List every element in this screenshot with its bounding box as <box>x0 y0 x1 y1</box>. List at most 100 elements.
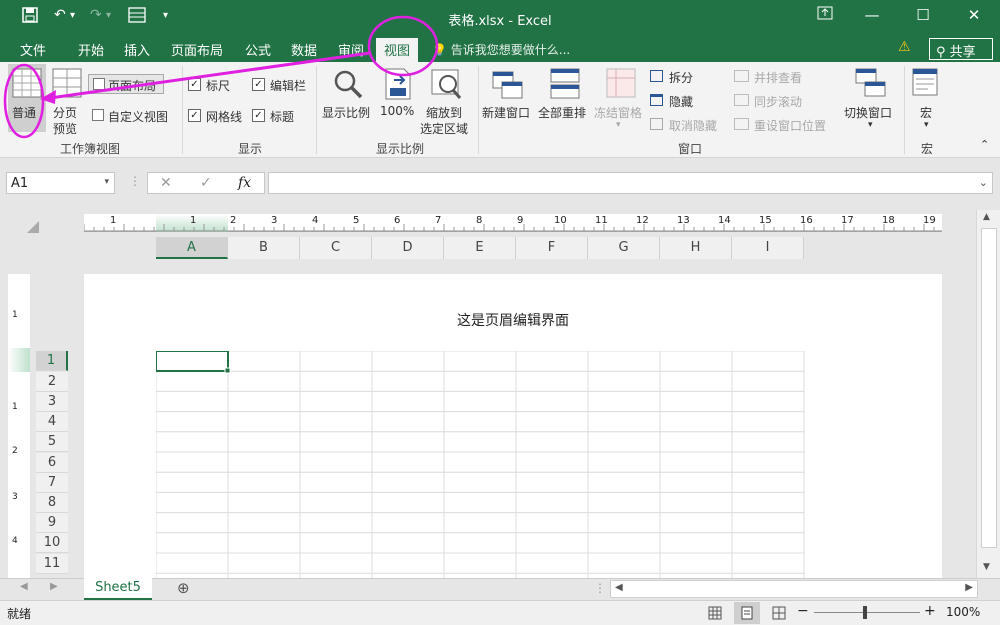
tab-insert[interactable]: 插入 <box>124 40 150 59</box>
ruler-number: 9 <box>517 215 524 226</box>
arrange-all-button[interactable]: 全部重排 <box>538 64 592 134</box>
lightbulb-icon: 💡 <box>432 43 447 57</box>
formula-bar: A1 ▾ ⋮ ✕ ✓ fx ⌄ <box>0 158 1000 210</box>
row-header-6[interactable]: 6 <box>36 453 68 473</box>
ruler-checkbox[interactable]: ✓ <box>188 78 201 91</box>
name-box-dropdown-icon[interactable]: ▾ <box>104 177 109 187</box>
zoom-to-selection-button[interactable]: 缩放到 选定区域 <box>420 64 474 136</box>
page-header-text[interactable]: 这是页眉编辑界面 <box>84 310 942 330</box>
normal-view-button[interactable]: 普通 <box>8 64 46 132</box>
scroll-up-icon[interactable]: ▲ <box>983 212 990 222</box>
cancel-icon[interactable]: ✕ <box>160 175 172 191</box>
tab-page-layout[interactable]: 页面布局 <box>171 40 223 59</box>
cell-grid[interactable] <box>156 351 806 578</box>
tab-home[interactable]: 开始 <box>78 40 104 59</box>
zoom-100-button[interactable]: 100% <box>380 64 416 134</box>
ruler-number: 1 <box>110 215 117 226</box>
row-header-9[interactable]: 9 <box>36 513 68 533</box>
column-header-e[interactable]: E <box>444 237 516 259</box>
new-window-button[interactable]: 新建窗口 <box>482 64 536 134</box>
normal-view-status-icon[interactable] <box>708 606 722 620</box>
tab-file[interactable]: 文件 <box>20 40 46 59</box>
sync-scrolling-button[interactable]: 同步滚动 <box>734 92 824 110</box>
page-layout-view-button[interactable]: 页面布局 <box>88 74 164 94</box>
scroll-right-icon[interactable]: ▶ <box>965 582 973 593</box>
tab-formulas[interactable]: 公式 <box>245 40 271 59</box>
ruler-number: 16 <box>800 215 813 226</box>
reset-window-position-button[interactable]: 重设窗口位置 <box>734 116 838 134</box>
maximize-button[interactable]: ☐ <box>913 6 933 24</box>
column-header-d[interactable]: D <box>372 237 444 259</box>
expand-formula-icon[interactable]: ⌄ <box>979 176 988 189</box>
gridlines-checkbox[interactable]: ✓ <box>188 109 201 122</box>
switch-windows-button[interactable]: 切换窗口 ▾ <box>842 64 900 136</box>
select-all-icon[interactable] <box>26 220 40 234</box>
name-box[interactable]: A1 ▾ <box>6 172 115 194</box>
column-header-a[interactable]: A <box>156 237 228 259</box>
add-sheet-icon[interactable]: ⊕ <box>177 579 190 597</box>
unhide-button[interactable]: 取消隐藏 <box>650 116 730 134</box>
prev-sheet-icon[interactable]: ◀ <box>20 581 28 592</box>
row-header-2[interactable]: 2 <box>36 372 68 392</box>
row-header-3[interactable]: 3 <box>36 392 68 412</box>
horizontal-scrollbar[interactable]: ◀ ▶ <box>610 580 978 598</box>
custom-views-button[interactable]: 自定义视图 <box>88 106 178 126</box>
column-header-c[interactable]: C <box>300 237 372 259</box>
group-macros: 宏 <box>920 142 933 156</box>
tell-me-box[interactable]: 💡 告诉我您想要做什么... <box>432 41 570 58</box>
row-header-8[interactable]: 8 <box>36 493 68 513</box>
page-break-preview-button[interactable]: 分页 预览 <box>50 64 84 136</box>
zoom-in-button[interactable]: + <box>924 603 936 619</box>
collapse-ribbon-icon[interactable]: ⌃ <box>980 138 989 151</box>
row-header-11[interactable]: 11 <box>36 554 68 574</box>
scroll-down-icon[interactable]: ▼ <box>983 562 990 572</box>
share-button[interactable]: ⚲ 共享 <box>929 38 993 60</box>
reset-position-icon <box>734 118 749 130</box>
scroll-thumb[interactable] <box>981 228 997 548</box>
zoom-selection-label-2: 选定区域 <box>420 122 469 136</box>
zoom-out-button[interactable]: − <box>797 603 809 619</box>
tab-view[interactable]: 视图 <box>376 38 419 62</box>
split-button[interactable]: 拆分 <box>650 68 720 86</box>
zoom-level[interactable]: 100% <box>946 605 980 619</box>
zoom-button[interactable]: 显示比例 <box>322 64 376 134</box>
row-header-7[interactable]: 7 <box>36 473 68 493</box>
column-header-f[interactable]: F <box>516 237 588 259</box>
zoom-selection-label-1: 缩放到 <box>426 106 463 120</box>
minimize-button[interactable]: — <box>862 6 882 24</box>
row-header-4[interactable]: 4 <box>36 412 68 432</box>
scroll-left-icon[interactable]: ◀ <box>615 582 623 593</box>
page-layout-status-button[interactable] <box>734 602 760 624</box>
enter-icon[interactable]: ✓ <box>200 175 212 191</box>
column-header-g[interactable]: G <box>588 237 660 259</box>
zoom-slider-track[interactable] <box>814 612 920 613</box>
ruler-number: 13 <box>677 215 690 226</box>
tab-review[interactable]: 审阅 <box>338 40 364 59</box>
next-sheet-icon[interactable]: ▶ <box>50 581 58 592</box>
column-header-i[interactable]: I <box>732 237 804 259</box>
headings-checkbox[interactable]: ✓ <box>252 109 265 122</box>
freeze-panes-button[interactable]: 冻结窗格 ▾ <box>594 64 648 134</box>
sheet-tab-sheet5[interactable]: Sheet5 <box>84 578 152 600</box>
ribbon-display-options-icon[interactable] <box>815 6 835 24</box>
formula-input[interactable]: ⌄ <box>268 172 993 194</box>
page-break-status-icon[interactable] <box>772 606 786 620</box>
status-bar: 就绪 − + 100% <box>0 600 1000 625</box>
formula-bar-checkbox[interactable]: ✓ <box>252 78 265 91</box>
macros-button[interactable]: 宏 ▾ <box>908 64 946 136</box>
row-header-1[interactable]: 1 <box>36 351 68 371</box>
view-side-by-side-button[interactable]: 并排查看 <box>734 68 824 86</box>
warning-icon[interactable]: ⚠ <box>898 39 911 55</box>
vertical-scrollbar[interactable]: ▲ ▼ <box>976 210 1000 578</box>
switch-windows-icon <box>855 68 886 97</box>
column-header-h[interactable]: H <box>660 237 732 259</box>
tab-data[interactable]: 数据 <box>291 40 317 59</box>
row-header-10[interactable]: 10 <box>36 533 68 553</box>
column-header-b[interactable]: B <box>228 237 300 259</box>
hide-button[interactable]: 隐藏 <box>650 92 720 110</box>
zoom-slider-thumb[interactable] <box>863 606 867 619</box>
row-header-5[interactable]: 5 <box>36 432 68 452</box>
close-button[interactable]: ✕ <box>964 6 984 24</box>
insert-function-icon[interactable]: fx <box>238 175 251 191</box>
more-icon: ⋮ <box>594 581 606 595</box>
